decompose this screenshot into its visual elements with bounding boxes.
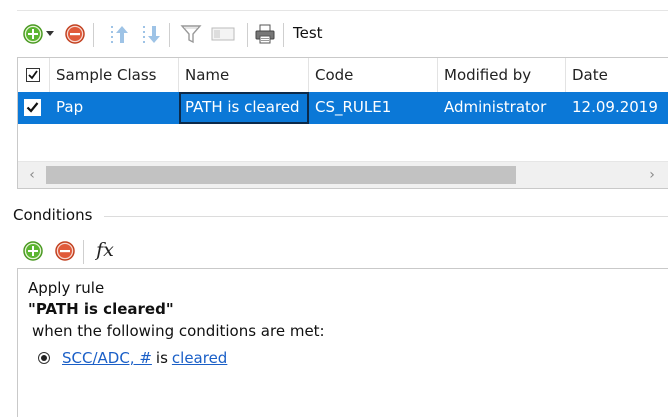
condition-value-link[interactable]: cleared [172,349,227,367]
clear-filter-icon [211,27,235,41]
toolbar-separator [93,23,94,47]
print-icon [255,24,275,44]
scroll-left-icon[interactable]: ‹ [22,164,42,186]
radio-bullet-icon[interactable] [38,352,50,364]
test-button[interactable]: Test [293,24,323,42]
scroll-right-icon[interactable]: › [642,164,662,186]
rules-grid: Sample Class Name Code Modified by Date … [17,57,668,189]
remove-button[interactable] [63,22,87,46]
column-header-date[interactable]: Date [566,58,668,92]
conditions-toolbar: fx [17,236,217,266]
cell-sample-class[interactable]: Pap [50,92,179,124]
conditions-editor[interactable]: Apply rule "PATH is cleared" when the fo… [17,268,668,417]
column-header-modified-by[interactable]: Modified by [438,58,566,92]
remove-icon [65,24,85,44]
add-condition-button[interactable] [21,239,45,263]
column-header-sample-class[interactable]: Sample Class [50,58,179,92]
remove-icon [55,241,75,261]
condition-item: SCC/ADC, # is cleared [38,349,227,367]
add-icon [23,24,43,44]
move-up-button[interactable] [107,22,131,46]
when-text: when the following conditions are met: [32,322,325,340]
scrollbar-thumb[interactable] [46,166,516,184]
move-up-icon [111,26,128,43]
move-down-icon [143,26,160,43]
condition-operator: is [155,349,168,367]
function-button[interactable]: fx [91,238,119,262]
apply-rule-text: Apply rule [28,279,105,297]
conditions-divider [104,216,668,217]
function-icon: fx [96,239,114,261]
select-all-checkbox-icon[interactable] [26,68,40,82]
horizontal-scrollbar[interactable]: ‹ › [18,161,668,188]
rule-name-text: "PATH is cleared" [28,300,174,318]
dropdown-arrow-icon [46,31,54,36]
cell-code[interactable]: CS_RULE1 [309,92,438,124]
column-header-name[interactable]: Name [179,58,309,92]
conditions-title: Conditions [13,206,93,224]
toolbar-separator [169,23,170,47]
add-button[interactable] [21,22,45,46]
toolbar-separator [247,23,248,47]
clear-filter-button[interactable] [211,22,235,46]
toolbar-separator [83,240,84,264]
cell-modified-by[interactable]: Administrator [438,92,566,124]
print-button[interactable] [253,22,277,46]
rules-toolbar: Test [17,10,668,61]
add-dropdown-button[interactable] [44,22,56,46]
table-row[interactable]: Pap PATH is cleared CS_RULE1 Administrat… [18,92,668,124]
cell-name[interactable]: PATH is cleared [179,92,309,124]
toolbar-separator [283,23,284,47]
column-header-code[interactable]: Code [309,58,438,92]
row-checkbox[interactable] [24,99,41,116]
add-icon [23,241,43,261]
cell-date[interactable]: 12.09.2019 [566,92,668,124]
select-all-header[interactable] [18,58,50,92]
checkmark-icon [26,102,39,113]
condition-field-link[interactable]: SCC/ADC, # [62,349,152,367]
filter-button[interactable] [179,22,203,46]
grid-header: Sample Class Name Code Modified by Date [18,58,668,93]
remove-condition-button[interactable] [53,239,77,263]
filter-icon [180,25,202,44]
move-down-button[interactable] [139,22,163,46]
